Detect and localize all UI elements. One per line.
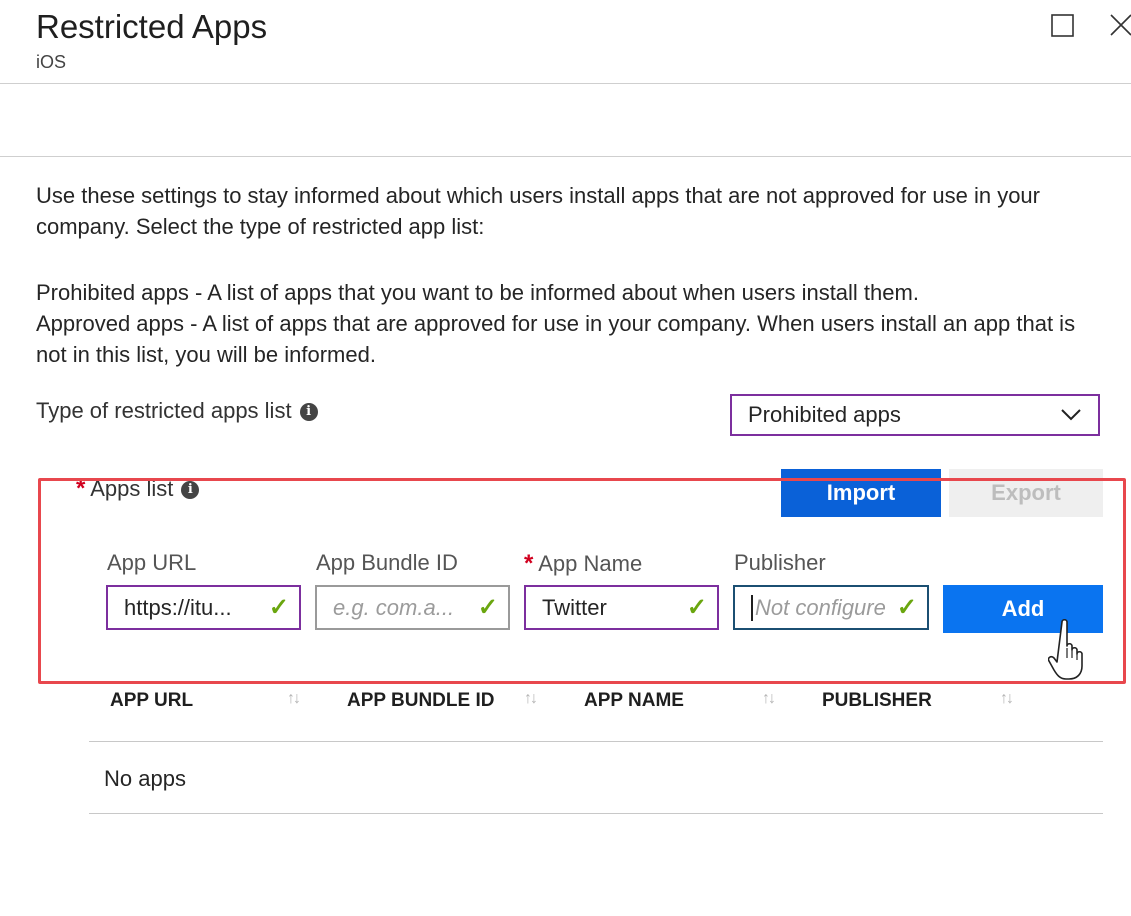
publisher-label: Publisher xyxy=(734,550,826,575)
check-icon: ✓ xyxy=(896,594,917,621)
apps-list-label-row: * Apps list i xyxy=(76,475,200,503)
table-bottom-divider xyxy=(89,813,1103,814)
bundle-id-placeholder: e.g. com.a... xyxy=(333,594,455,620)
column-header-bundle-id[interactable]: APP BUNDLE ID xyxy=(347,690,494,712)
app-name-input[interactable]: Twitter ✓ xyxy=(524,585,719,630)
close-icon[interactable] xyxy=(1108,12,1131,43)
app-url-input[interactable]: https://itu... ✓ xyxy=(106,585,301,630)
hand-cursor-icon xyxy=(1047,618,1090,685)
publisher-input[interactable]: Not configure ✓ xyxy=(733,585,929,630)
check-icon: ✓ xyxy=(268,594,289,621)
publisher-placeholder: Not configure xyxy=(755,594,886,620)
list-type-label-row: Type of restricted apps list i xyxy=(36,398,318,424)
export-button[interactable]: Export xyxy=(949,469,1103,517)
description-intro: Use these settings to stay informed abou… xyxy=(36,183,1040,239)
toolbar-divider xyxy=(0,156,1131,157)
required-mark: * xyxy=(76,475,86,502)
list-type-select[interactable]: Prohibited apps xyxy=(730,394,1100,436)
column-header-publisher[interactable]: PUBLISHER xyxy=(822,690,932,712)
column-header-app-url[interactable]: APP URL xyxy=(110,690,193,712)
apps-list-label: Apps list xyxy=(90,476,174,501)
bundle-id-input[interactable]: e.g. com.a... ✓ xyxy=(315,585,510,630)
column-header-app-name[interactable]: APP NAME xyxy=(584,690,684,712)
maximize-icon[interactable] xyxy=(1050,12,1076,43)
required-mark: * xyxy=(524,550,534,577)
list-type-label: Type of restricted apps list xyxy=(36,398,292,423)
list-type-selected: Prohibited apps xyxy=(748,402,901,427)
info-icon[interactable]: i xyxy=(181,481,200,500)
app-name-label-row: * App Name xyxy=(524,550,642,578)
sort-icon[interactable]: ↑↓ xyxy=(762,690,776,708)
description-approved: Approved apps - A list of apps that are … xyxy=(36,311,1076,367)
bundle-id-label: App Bundle ID xyxy=(316,550,458,575)
table-header-divider xyxy=(89,741,1103,742)
import-button[interactable]: Import xyxy=(781,469,941,517)
app-url-value: https://itu... xyxy=(124,594,232,620)
description-prohibited: Prohibited apps - A list of apps that yo… xyxy=(36,280,919,305)
info-icon[interactable]: i xyxy=(299,403,318,422)
empty-table-message: No apps xyxy=(104,766,186,791)
page-subtitle: iOS xyxy=(36,52,67,72)
sort-icon[interactable]: ↑↓ xyxy=(287,690,301,708)
sort-icon[interactable]: ↑↓ xyxy=(524,690,538,708)
app-name-value: Twitter xyxy=(542,594,607,620)
check-icon: ✓ xyxy=(686,594,707,621)
app-name-label: App Name xyxy=(538,551,643,576)
sort-icon[interactable]: ↑↓ xyxy=(1000,690,1014,708)
app-url-label: App URL xyxy=(107,550,197,575)
chevron-down-icon xyxy=(1060,402,1082,428)
page-title: Restricted Apps xyxy=(36,8,268,45)
header-divider xyxy=(0,83,1131,84)
text-caret xyxy=(751,594,753,621)
check-icon: ✓ xyxy=(477,594,498,621)
